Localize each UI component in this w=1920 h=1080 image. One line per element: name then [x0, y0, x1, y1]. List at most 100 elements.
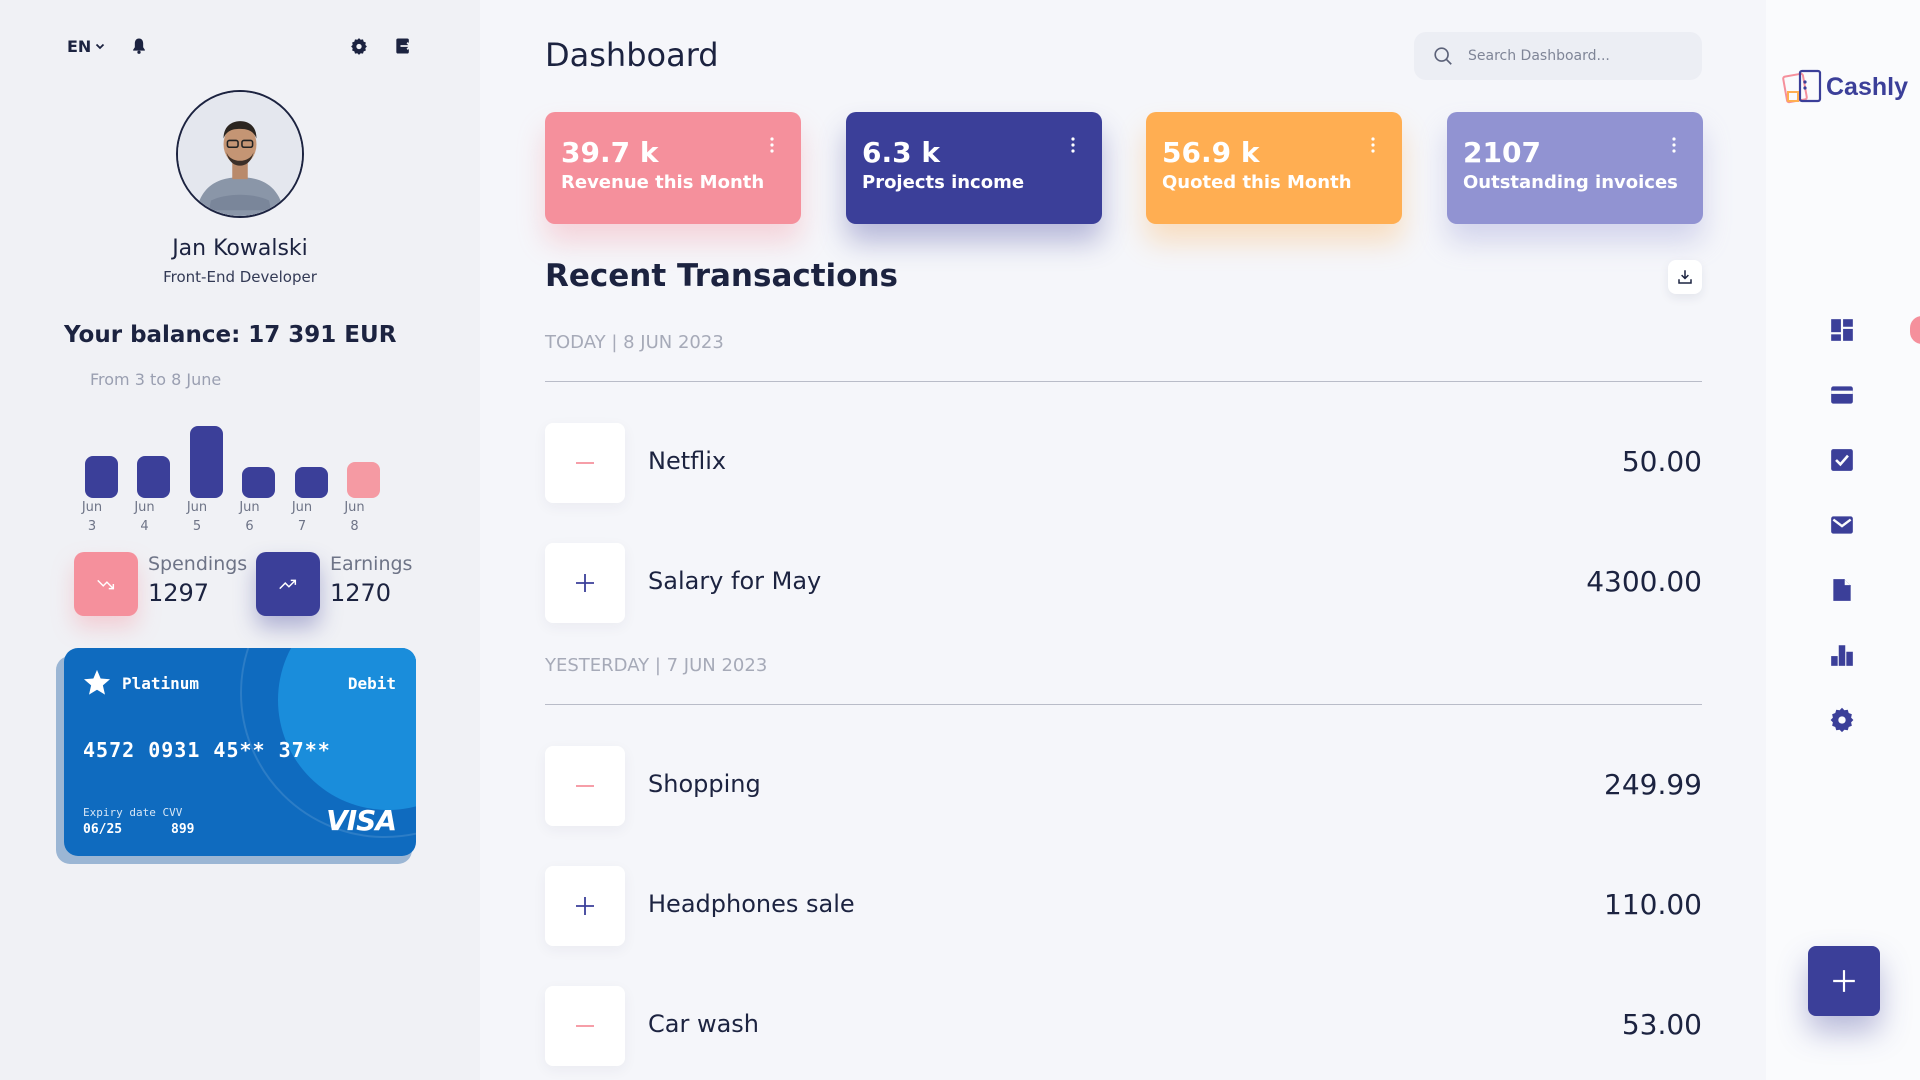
transaction-name: Netflix: [648, 447, 727, 475]
transaction-amount: 249.99: [1604, 768, 1702, 801]
balance-range: From 3 to 8 June: [90, 370, 222, 389]
language-selector[interactable]: EN: [67, 37, 105, 56]
transaction-row[interactable]: Headphones sale 110.00: [545, 866, 1702, 946]
trending-up-icon[interactable]: [256, 552, 320, 616]
card-brand: VISA: [326, 804, 397, 837]
payment-card[interactable]: Platinum Debit 4572 0931 45** 37** Expir…: [64, 648, 416, 856]
balance-chart-labels: Jun 3 Jun 4 Jun 5 Jun 6 Jun 7 Jun 8: [82, 498, 414, 538]
date-header: YESTERDAY | 7 JUN 2023: [545, 655, 768, 676]
bar-chart-icon[interactable]: [1829, 642, 1855, 668]
chart-tick-label: Jun 6: [239, 500, 260, 534]
chevron-down-icon: [96, 43, 105, 50]
chart-tick-label: Jun 3: [81, 500, 103, 534]
document-icon[interactable]: [1829, 577, 1855, 603]
transaction-name: Headphones sale: [648, 890, 855, 918]
gear-icon[interactable]: [349, 36, 369, 56]
chart-bar: [294, 467, 328, 498]
kpi-card-quoted[interactable]: 56.9 k Quoted this Month: [1146, 112, 1402, 224]
chart-bar: [347, 462, 381, 498]
gear-icon[interactable]: [1829, 707, 1855, 733]
cashly-logo-icon: [1782, 69, 1822, 104]
kpi-card-revenue[interactable]: 39.7 k Revenue this Month: [545, 112, 801, 224]
kpi-value: 56.9 k: [1162, 136, 1260, 169]
plus-icon: [1833, 970, 1855, 992]
transaction-name: Shopping: [648, 770, 761, 798]
kpi-label: Projects income: [862, 172, 1025, 193]
kpi-value: 39.7 k: [561, 136, 659, 169]
download-button[interactable]: [1668, 260, 1702, 294]
card-expiry-label: Expiry date: [83, 806, 156, 819]
language-label: EN: [67, 36, 92, 56]
star-icon: [84, 669, 110, 695]
section-title: Recent Transactions: [545, 258, 899, 294]
kpi-card-projects[interactable]: 6.3 k Projects income: [846, 112, 1102, 224]
chart-bar: [84, 456, 118, 498]
transaction-name: Car wash: [648, 1010, 760, 1038]
spendings-value: 1297: [148, 579, 210, 607]
card-cvv: 899: [171, 822, 195, 837]
side-nav: [1766, 0, 1920, 1080]
user-name: Jan Kowalski: [172, 236, 308, 261]
transaction-row[interactable]: Car wash 53.00: [545, 986, 1702, 1066]
transaction-amount: 50.00: [1621, 445, 1702, 478]
app-logo[interactable]: Cashly: [1782, 66, 1908, 108]
transaction-amount: 110.00: [1604, 888, 1702, 921]
more-vertical-icon[interactable]: [1070, 136, 1076, 154]
transaction-row[interactable]: Netflix 50.00: [545, 423, 1702, 503]
minus-icon[interactable]: [545, 746, 625, 826]
plus-icon[interactable]: [545, 866, 625, 946]
checkbox-icon[interactable]: [1829, 447, 1855, 473]
logout-icon[interactable]: [393, 36, 413, 56]
search-bar[interactable]: [1414, 32, 1702, 80]
plus-icon[interactable]: [545, 543, 625, 623]
transaction-amount: 53.00: [1621, 1008, 1702, 1041]
mail-icon[interactable]: [1829, 512, 1855, 538]
more-vertical-icon[interactable]: [1671, 136, 1677, 154]
card-type: Debit: [347, 674, 396, 693]
earnings-label: Earnings: [330, 553, 413, 575]
kpi-label: Revenue this Month: [561, 172, 765, 193]
user-role: Front-End Developer: [163, 268, 317, 286]
chart-bar: [189, 426, 223, 498]
card-number: 4572 0931 45** 37**: [83, 738, 331, 762]
balance-total: Your balance: 17 391 EUR: [64, 322, 397, 348]
transaction-name: Salary for May: [648, 567, 822, 595]
dashboard-icon[interactable]: [1829, 317, 1855, 343]
card-cvv-label: CVV: [162, 806, 183, 819]
divider: [545, 381, 1702, 382]
card-expiry: 06/25: [83, 822, 123, 837]
kpi-value: 6.3 k: [862, 136, 940, 169]
divider: [545, 704, 1702, 705]
chart-tick-label: Jun 8: [344, 500, 365, 534]
search-icon: [1434, 47, 1452, 65]
earnings-stat: Earnings 1270: [256, 552, 412, 616]
chart-tick-label: Jun 5: [186, 500, 208, 534]
bell-icon[interactable]: [129, 36, 149, 56]
card-tier: Platinum: [122, 674, 200, 693]
spendings-stat: Spendings 1297: [74, 552, 247, 616]
more-vertical-icon[interactable]: [769, 136, 775, 154]
page-title: Dashboard: [545, 36, 719, 74]
search-input[interactable]: [1468, 48, 1688, 64]
transaction-row[interactable]: Shopping 249.99: [545, 746, 1702, 826]
kpi-label: Outstanding invoices: [1463, 172, 1678, 193]
wallet-icon[interactable]: [1829, 382, 1855, 408]
chart-tick-label: Jun 4: [134, 500, 155, 534]
spendings-label: Spendings: [148, 553, 248, 575]
chart-tick-label: Jun 7: [291, 500, 313, 534]
trending-down-icon[interactable]: [74, 552, 138, 616]
card-expiry-cvv-label: Expiry date CVV: [83, 806, 182, 819]
chart-bar: [242, 467, 276, 498]
minus-icon[interactable]: [545, 423, 625, 503]
transaction-row[interactable]: Salary for May 4300.00: [545, 543, 1702, 623]
earnings-value: 1270: [330, 579, 392, 607]
transaction-amount: 4300.00: [1586, 565, 1702, 598]
profile-topbar: EN: [67, 32, 413, 60]
chart-bar: [137, 456, 171, 498]
profile-panel: EN Jan Kowalski Front-End Developer Your…: [0, 0, 480, 1080]
more-vertical-icon[interactable]: [1370, 136, 1376, 154]
kpi-card-invoices[interactable]: 2107 Outstanding invoices: [1447, 112, 1703, 224]
minus-icon[interactable]: [545, 986, 625, 1066]
avatar: [176, 90, 304, 218]
add-button[interactable]: [1808, 946, 1880, 1016]
